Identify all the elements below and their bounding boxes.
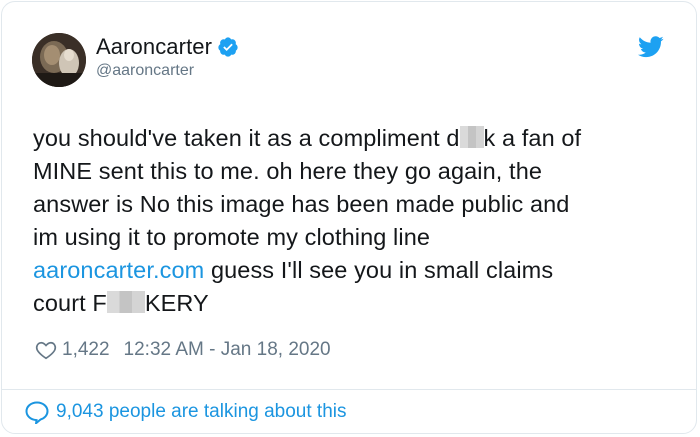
tweet-text-segment: KERY — [144, 290, 209, 316]
tweet-timestamp[interactable]: 12:32 AM - Jan 18, 2020 — [124, 339, 331, 361]
talking-about-link[interactable]: 9,043 people are talking about this — [24, 400, 347, 426]
display-name-row: Aaroncarter — [96, 33, 239, 61]
censor-block — [106, 291, 145, 313]
speech-bubble-icon — [24, 400, 50, 426]
tweet-line-5: aaroncarter.com guess I'll see you in sm… — [33, 254, 673, 287]
tweet-line-2: MINE sent this to me. oh here they go ag… — [33, 158, 543, 184]
tweet-text-segment: court F — [33, 290, 107, 316]
tweet-line-3: answer is No this image has been made pu… — [33, 191, 570, 217]
tweet-header: Aaroncarter @aaroncarter — [32, 33, 672, 89]
like-count[interactable]: 1,422 — [62, 339, 110, 361]
censor-block — [459, 126, 484, 148]
author-names: Aaroncarter @aaroncarter — [96, 33, 239, 80]
author-handle[interactable]: @aaroncarter — [96, 62, 239, 80]
avatar[interactable] — [32, 33, 86, 87]
tweet-line-6: court F KERY — [33, 287, 673, 320]
talking-about-label: 9,043 people are talking about this — [56, 401, 347, 422]
tweet-text-segment: guess I'll see you in small claims — [204, 257, 554, 283]
display-name[interactable]: Aaroncarter — [96, 34, 212, 60]
verified-badge-icon — [217, 36, 239, 58]
tweet-line-1: you should've taken it as a compliment d… — [33, 122, 673, 155]
website-link[interactable]: aaroncarter.com — [33, 257, 204, 283]
divider — [2, 389, 696, 390]
tweet-line-4: im using it to promote my clothing line — [33, 224, 431, 250]
heart-icon[interactable] — [35, 339, 57, 361]
tweet-text: you should've taken it as a compliment d… — [33, 122, 673, 320]
avatar-image — [32, 33, 86, 87]
tweet-card: Aaroncarter @aaroncarter you should've t… — [1, 1, 697, 434]
tweet-meta: 1,422 12:32 AM - Jan 18, 2020 — [35, 339, 331, 361]
tweet-text-segment: you should've taken it as a compliment d — [33, 125, 460, 151]
tweet-text-segment: k a fan of — [483, 125, 582, 151]
twitter-bird-icon[interactable] — [637, 36, 664, 58]
